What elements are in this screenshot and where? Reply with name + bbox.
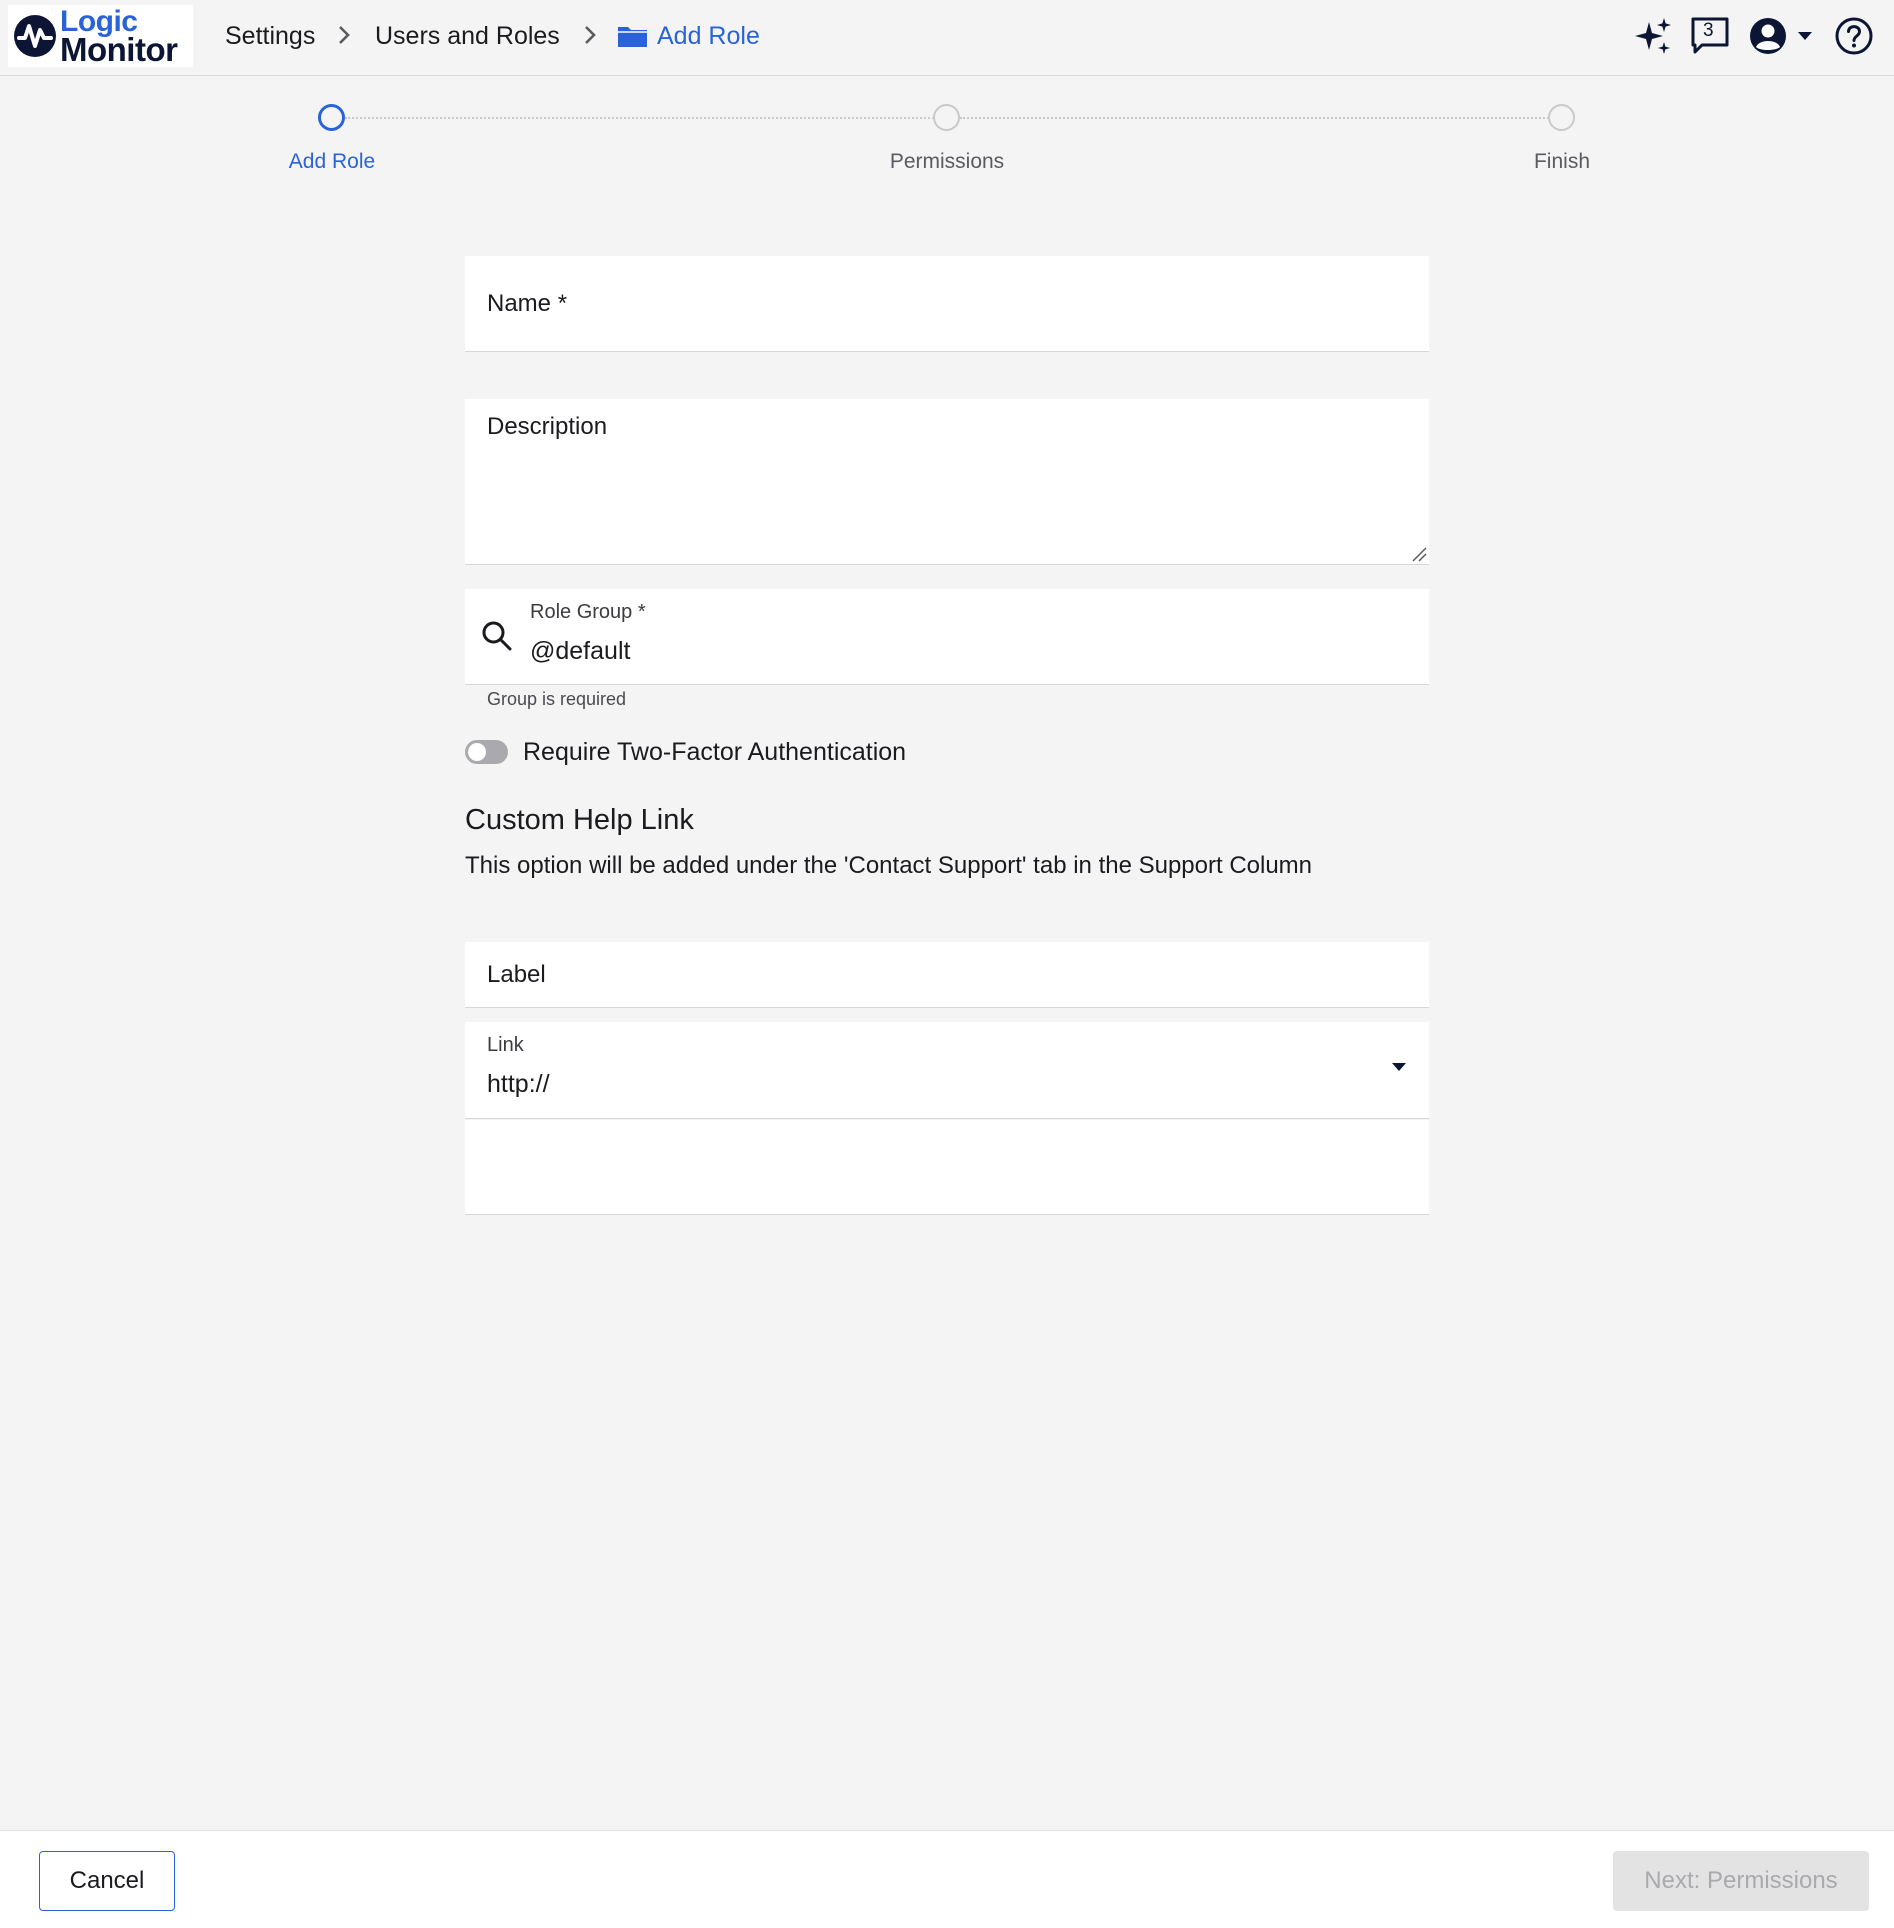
next-permissions-button[interactable]: Next: Permissions — [1613, 1851, 1869, 1911]
description-field[interactable]: Description — [465, 399, 1429, 565]
caret-down-icon[interactable] — [1797, 31, 1813, 41]
role-group-helper-text: Group is required — [487, 689, 627, 709]
role-group-label: Role Group * — [530, 601, 646, 623]
search-icon — [482, 621, 512, 651]
role-group-field[interactable]: Role Group * @default — [465, 589, 1429, 685]
help-icon[interactable] — [1834, 16, 1874, 56]
stepper-connector — [960, 117, 1553, 119]
description-field-label: Description — [487, 413, 608, 440]
folder-icon — [618, 27, 647, 47]
chevron-right-icon — [585, 26, 596, 44]
logo-text-monitor: Monitor — [60, 31, 178, 68]
step-indicator-add-role — [318, 104, 345, 131]
step-indicator-finish — [1548, 104, 1575, 131]
notification-count-badge: 3 — [1703, 20, 1714, 41]
breadcrumb-add-role: Add Role — [657, 22, 760, 50]
chat-notifications-button[interactable]: 3 — [1690, 16, 1730, 56]
logo[interactable]: Logic Monitor — [8, 5, 193, 67]
link-field-label: Link — [487, 1034, 524, 1056]
link-protocol-value: http:// — [487, 1070, 550, 1098]
two-factor-label: Require Two-Factor Authentication — [523, 738, 907, 766]
label-field-label: Label — [487, 961, 546, 988]
custom-help-link-title: Custom Help Link — [465, 804, 694, 836]
step-indicator-permissions — [933, 104, 960, 131]
link-url-input[interactable] — [465, 1120, 1429, 1215]
stepper-connector — [345, 117, 937, 119]
step-label-permissions: Permissions — [889, 150, 1005, 173]
step-label-add-role: Add Role — [288, 150, 376, 173]
toggle-knob — [468, 743, 486, 761]
breadcrumb-settings[interactable]: Settings — [225, 22, 315, 51]
top-bar: Logic Monitor Settings Users and Roles A… — [0, 0, 1894, 76]
label-field[interactable]: Label — [465, 942, 1429, 1008]
resize-handle-icon[interactable] — [1411, 546, 1427, 562]
logicmonitor-logo-icon — [14, 15, 56, 57]
two-factor-toggle[interactable] — [465, 740, 508, 764]
dropdown-arrow-icon[interactable] — [1391, 1062, 1407, 1072]
name-field-label: Name * — [487, 290, 568, 317]
footer: Cancel Next: Permissions — [0, 1830, 1894, 1928]
user-avatar-icon[interactable] — [1748, 16, 1788, 56]
step-label-finish: Finish — [1533, 150, 1591, 173]
role-group-value: @default — [530, 637, 631, 665]
chevron-right-icon — [339, 26, 350, 44]
breadcrumb-users-and-roles[interactable]: Users and Roles — [375, 22, 560, 51]
link-field[interactable]: Link http:// — [465, 1022, 1429, 1119]
custom-help-link-description: This option will be added under the 'Con… — [465, 852, 1313, 879]
sparkle-icon[interactable] — [1633, 16, 1675, 58]
cancel-button[interactable]: Cancel — [39, 1851, 175, 1911]
name-field[interactable]: Name * — [465, 256, 1429, 352]
